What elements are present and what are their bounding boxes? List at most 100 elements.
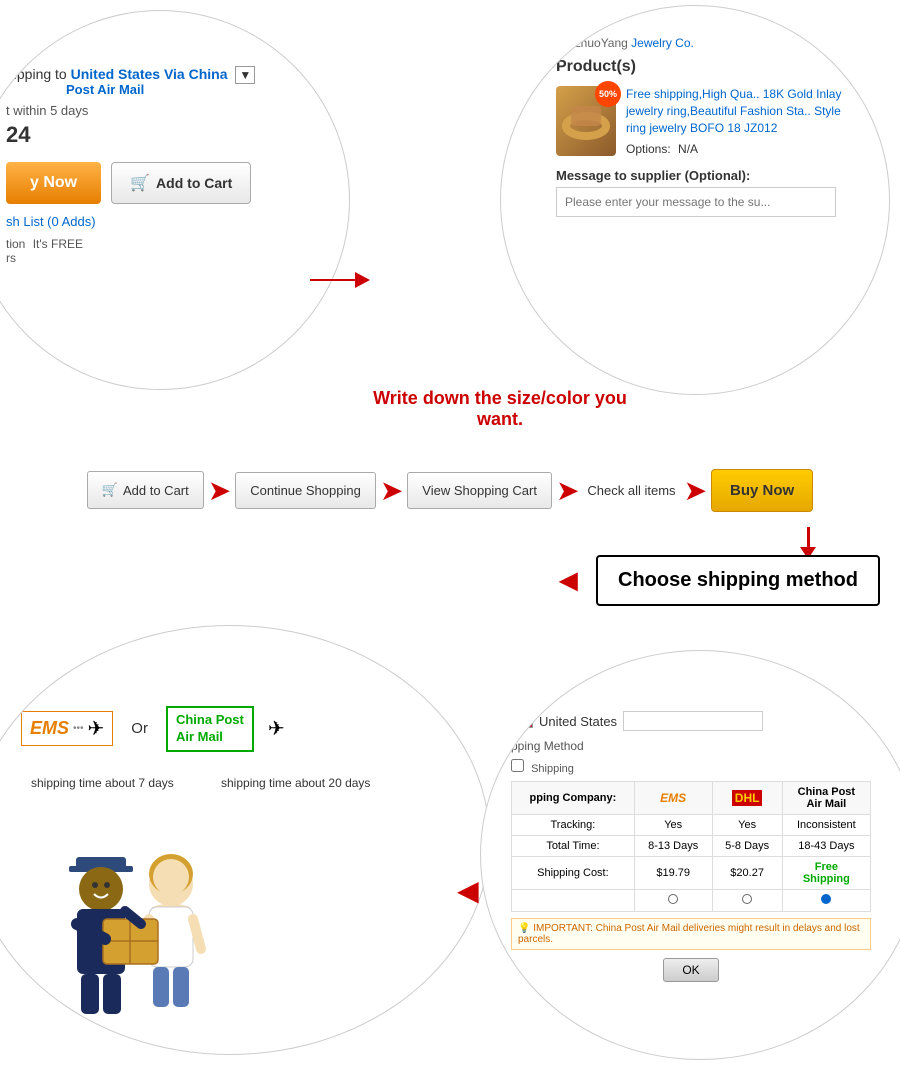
radio-empty [512, 890, 635, 912]
product-row: 50% Free shipping,High Qua.. 18K Gold In… [556, 86, 856, 156]
buy-now-flow-button[interactable]: Buy Now [711, 469, 813, 512]
shipping-link[interactable]: United States Via China [71, 66, 232, 82]
flow-arrow-2: ➤ [380, 474, 403, 507]
shipping-to-text: hipping to [6, 66, 67, 82]
ems-table-logo: EMS [660, 791, 686, 805]
country-row: United States [511, 711, 871, 731]
add-to-cart-button[interactable]: 🛒 Add to Cart [111, 162, 251, 204]
total-china: 18-43 Days [782, 836, 870, 857]
shipping-method-box: Choose shipping method [596, 555, 880, 606]
wish-list-text: sh List (0 Adds) [6, 214, 326, 229]
product-image: 50% [556, 86, 616, 156]
seller-name: Jewelry Co. [631, 36, 694, 50]
flow-step-2: Continue Shopping ➤ [235, 472, 407, 509]
bottom-right-circle: United States pping Method Shipping ppin… [480, 650, 900, 1060]
shipping-comparison-table: pping Company: EMS DHL China PostAir Mai… [511, 781, 871, 912]
radio-row [512, 890, 871, 912]
flow-step-5: Buy Now [711, 469, 813, 512]
product-title: Free shipping,High Qua.. 18K Gold Inlay … [626, 86, 856, 136]
product-info: Free shipping,High Qua.. 18K Gold Inlay … [626, 86, 856, 156]
cost-ems: $19.79 [634, 857, 712, 890]
discount-badge: 50% [595, 81, 621, 107]
left-circle: hipping to United States Via China ▼ Pos… [0, 10, 350, 390]
tracking-dhl: Yes [712, 815, 782, 836]
free-shipping-row: Shipping [511, 759, 871, 775]
flow-arrow-3: ➤ [556, 474, 579, 507]
left-arrow-shipping: ◄ [552, 562, 584, 599]
radio-ems[interactable] [634, 890, 712, 912]
china-post-logo: China Post Air Mail [166, 706, 254, 752]
protection-sub: rs [6, 251, 326, 265]
ems-header: EMS [634, 782, 712, 815]
free-shipping-checkbox[interactable] [511, 759, 524, 772]
china-post-header: China PostAir Mail [782, 782, 870, 815]
arrow-between-circles [310, 260, 370, 300]
radio-china[interactable] [782, 890, 870, 912]
ems-dots: ••• [73, 723, 84, 734]
shipping-method-row-label: pping Method [511, 739, 871, 753]
check-all-text: Check all items [587, 483, 675, 498]
write-down-text: Write down the size/color you want. [350, 388, 650, 430]
arrow-line [807, 527, 810, 547]
ems-radio[interactable] [668, 894, 678, 904]
cost-china: FreeShipping [782, 857, 870, 890]
cart-icon: 🛒 [130, 173, 150, 193]
bottom-left-circle: EMS ••• ✈ Or China Post Air Mail ✈ shipp… [0, 625, 490, 1055]
flow-section: 🛒 Add to Cart ➤ Continue Shopping ➤ View… [0, 455, 900, 525]
plane-icon-2: ✈ [268, 716, 285, 741]
important-note: 💡 IMPORTANT: China Post Air Mail deliver… [511, 918, 871, 950]
tracking-ems: Yes [634, 815, 712, 836]
shipping-method-label: Choose shipping method [618, 569, 858, 591]
cost-label: Shipping Cost: [512, 857, 635, 890]
flow-arrow-1: ➤ [208, 474, 231, 507]
continue-shopping-button[interactable]: Continue Shopping [235, 472, 376, 509]
ems-text: EMS [30, 718, 69, 739]
total-time-label: Total Time: [512, 836, 635, 857]
ok-button[interactable]: OK [663, 958, 718, 982]
country-input[interactable] [623, 711, 763, 731]
choose-shipping-section: ◄ Choose shipping method [552, 555, 880, 606]
flow-step-4: Check all items ➤ [583, 474, 711, 507]
view-shopping-cart-button[interactable]: View Shopping Cart [407, 472, 552, 509]
company-header: pping Company: [512, 782, 635, 815]
wish-list-link[interactable]: sh List (0 Adds) [6, 214, 96, 229]
china-post-line1: China Post [176, 712, 244, 729]
total-dhl: 5-8 Days [712, 836, 782, 857]
cart-flow-icon: 🛒 [102, 482, 118, 498]
us-flag [511, 714, 533, 728]
post-air-mail-text: Post Air Mail [66, 82, 326, 97]
right-circle: er: ZhuoYang Jewelry Co. Product(s) 50% … [500, 5, 890, 395]
ems-section: EMS ••• ✈ Or China Post Air Mail ✈ [21, 706, 285, 752]
message-label: Message to supplier (Optional): [556, 168, 856, 183]
buy-now-button[interactable]: y Now [6, 162, 101, 204]
products-label: Product(s) [556, 58, 856, 76]
shipping-table-content: United States pping Method Shipping ppin… [511, 711, 871, 982]
china-post-time-label: shipping time about 20 days [201, 776, 391, 790]
flow-step-3: View Shopping Cart ➤ [407, 472, 583, 509]
country-name: United States [539, 714, 617, 729]
ems-logo: EMS ••• ✈ [21, 711, 113, 746]
total-ems: 8-13 Days [634, 836, 712, 857]
total-time-row: Total Time: 8-13 Days 5-8 Days 18-43 Day… [512, 836, 871, 857]
tracking-china: Inconsistent [782, 815, 870, 836]
product-options: Options: N/A [626, 142, 856, 156]
protection-line: tion It's FREE [6, 237, 326, 251]
delivery-person-image [21, 824, 241, 1034]
flow-step-1: 🛒 Add to Cart ➤ [87, 471, 235, 509]
message-input[interactable] [556, 187, 836, 217]
within-days-text: t within 5 days [6, 103, 326, 118]
plane-icon: ✈ [88, 716, 105, 741]
add-to-cart-flow-button[interactable]: 🛒 Add to Cart [87, 471, 204, 509]
tracking-row: Tracking: Yes Yes Inconsistent [512, 815, 871, 836]
delivery-svg [31, 829, 231, 1029]
cost-dhl: $20.27 [712, 857, 782, 890]
flow-arrow-4: ➤ [684, 474, 707, 507]
dhl-radio[interactable] [742, 894, 752, 904]
dropdown-icon[interactable]: ▼ [235, 66, 255, 84]
china-radio-selected[interactable] [821, 894, 831, 904]
seller-line: er: ZhuoYang Jewelry Co. [556, 36, 856, 50]
cost-row: Shipping Cost: $19.79 $20.27 FreeShippin… [512, 857, 871, 890]
ems-time-label: shipping time about 7 days [21, 776, 191, 790]
dhl-header: DHL [712, 782, 782, 815]
radio-dhl[interactable] [712, 890, 782, 912]
